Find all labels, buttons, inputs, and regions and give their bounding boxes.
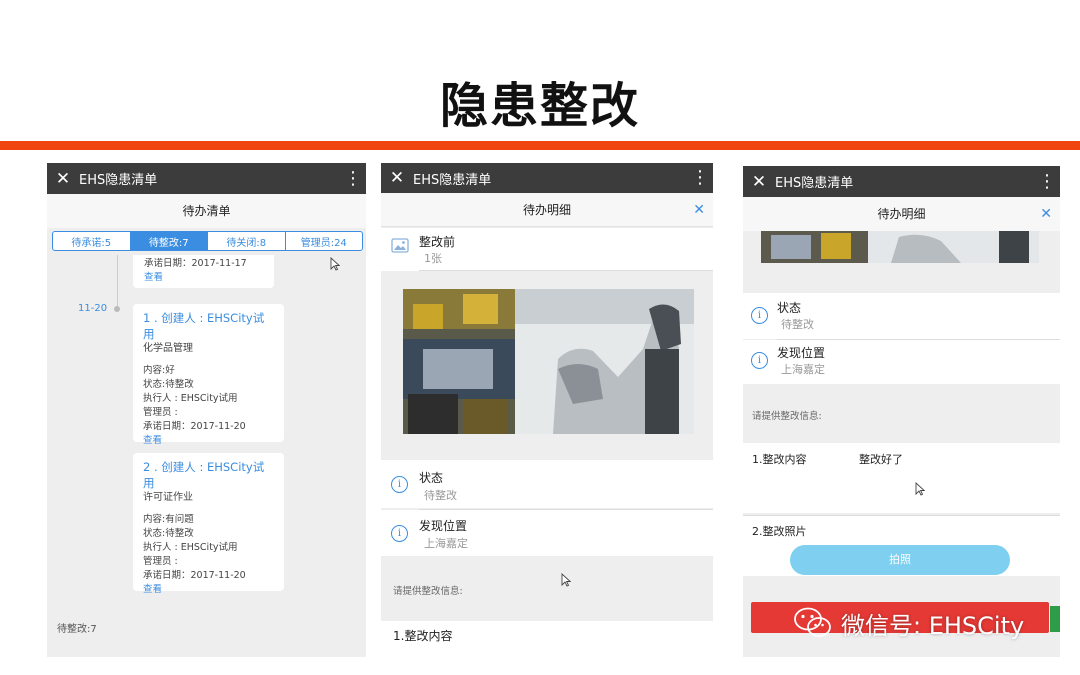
more-options-icon[interactable]: ⋮: [340, 169, 366, 188]
location-label: 发现位置: [777, 346, 826, 360]
status-value: 待整改: [424, 489, 457, 502]
close-detail-icon[interactable]: ✕: [1040, 197, 1052, 231]
app-bar: ✕ EHS隐患清单 ⋮: [47, 163, 366, 194]
mouse-cursor-icon: [915, 482, 925, 496]
robot-photo-image: [761, 231, 1039, 263]
app-title: EHS隐患清单: [775, 176, 854, 191]
card-executor: 执行人 : EHSCity试用: [143, 393, 238, 404]
rectify-info-hint: 请提供整改信息:: [752, 411, 822, 422]
card-content: 内容:好: [143, 365, 175, 376]
list-item-partial[interactable]: 承诺日期：2017-11-17 查看: [133, 255, 274, 288]
card-content: 内容:有问题: [143, 514, 194, 525]
phone-screen-todo-detail: ✕ EHS隐患清单 ⋮ 待办明细 ✕ 整改前 1张 i 状态 待整改 i 发现位…: [381, 163, 713, 667]
status-label: 状态: [419, 471, 444, 485]
page-subheader: 待办明细 ✕: [381, 193, 713, 227]
slide-title: 隐患整改: [439, 78, 640, 134]
location-row: i 发现位置 上海嘉定: [743, 340, 1060, 384]
status-label: 状态: [777, 301, 802, 315]
before-photo-row[interactable]: 整改前 1张: [381, 228, 713, 271]
watermark-green-edge: [1050, 606, 1060, 632]
page-subheader: 待办明细 ✕: [743, 197, 1060, 231]
app-bar: ✕ EHS隐患清单 ⋮: [743, 166, 1060, 197]
close-detail-icon[interactable]: ✕: [693, 193, 705, 227]
status-row: i 状态 待整改: [743, 293, 1060, 339]
page-subheader-title: 待办明细: [877, 207, 926, 221]
timeline-line: [117, 255, 118, 307]
info-icon: i: [751, 352, 768, 369]
app-title: EHS隐患清单: [413, 172, 492, 188]
card-status: 状态:待整改: [143, 379, 194, 390]
hazard-photo[interactable]: [761, 231, 1039, 263]
more-options-icon[interactable]: ⋮: [1034, 172, 1060, 191]
card-executor: 执行人 : EHSCity试用: [143, 542, 238, 553]
rectify-content-label: 1.整改内容: [752, 453, 807, 466]
list-item[interactable]: 1 . 创建人 : EHSCity试用 化学品管理 内容:好 状态:待整改 执行…: [133, 304, 284, 446]
phone-screen-rectify-form: ✕ EHS隐患清单 ⋮ 待办明细 ✕ i 状态 待整改 i 发现位置 上海嘉定 …: [743, 166, 1060, 657]
card-commit-date: 承诺日期：2017-11-20: [143, 570, 246, 581]
view-link[interactable]: 查看: [144, 271, 263, 285]
card-admin: 管理员 :: [143, 556, 178, 567]
card-status: 状态:待整改: [143, 528, 194, 539]
phone-screen-todo-list: ✕ EHS隐患清单 ⋮ 待办清单 待承诺:5 待整改:7 待关闭:8 管理员:2…: [47, 163, 366, 657]
timeline-date: 11-20: [78, 303, 108, 314]
robot-photo-image: [403, 289, 694, 434]
rectify-photo-row: 2.整改照片 拍照: [743, 516, 1060, 576]
info-icon: i: [391, 525, 408, 542]
image-icon: [391, 238, 409, 253]
mouse-cursor-icon: [330, 257, 340, 271]
close-icon[interactable]: ✕: [381, 168, 413, 188]
card-commit-date: 承诺日期：2017-11-20: [143, 421, 246, 432]
title-underline-bar: [0, 141, 1080, 150]
app-bar: ✕ EHS隐患清单 ⋮: [381, 163, 713, 193]
rectify-photo-label: 2.整改照片: [752, 525, 807, 538]
view-link[interactable]: 查看: [143, 434, 274, 448]
timeline-dot: [114, 306, 120, 312]
wechat-icon: [794, 607, 831, 637]
card-title[interactable]: 1 . 创建人 : EHSCity试用: [143, 310, 274, 342]
card-category: 化学品管理: [143, 343, 193, 354]
tab-pending-close[interactable]: 待关闭:8: [208, 232, 286, 250]
rectify-content-value[interactable]: 整改好了: [859, 451, 903, 467]
location-value: 上海嘉定: [781, 363, 825, 376]
card-category: 许可证作业: [143, 492, 193, 503]
view-link[interactable]: 查看: [143, 583, 274, 597]
page-subheader-title: 待办明细: [522, 203, 571, 217]
status-row: i 状态 待整改: [381, 460, 713, 508]
slide: 隐患整改 ✕ EHS隐患清单 ⋮ 待办清单 待承诺:5 待整改:7 待关闭:8 …: [0, 0, 1080, 675]
status-tabs: 待承诺:5 待整改:7 待关闭:8 管理员:24: [52, 231, 363, 251]
page-subheader: 待办清单: [47, 194, 366, 228]
card-title[interactable]: 2 . 创建人 : EHSCity试用: [143, 459, 274, 491]
commit-date: 承诺日期：2017-11-17: [144, 258, 247, 269]
list-item[interactable]: 2 . 创建人 : EHSCity试用 许可证作业 内容:有问题 状态:待整改 …: [133, 453, 284, 595]
card-admin: 管理员 :: [143, 407, 178, 418]
close-icon[interactable]: ✕: [743, 172, 775, 192]
footer-count: 待整改:7: [57, 624, 97, 635]
tab-pending-commit[interactable]: 待承诺:5: [53, 232, 131, 250]
close-icon[interactable]: ✕: [47, 169, 79, 189]
info-icon: i: [751, 307, 768, 324]
app-title: EHS隐患清单: [79, 173, 158, 188]
mouse-cursor-icon: [561, 573, 571, 587]
location-row: i 发现位置 上海嘉定: [381, 510, 713, 556]
before-label: 整改前: [419, 235, 456, 249]
tab-admin[interactable]: 管理员:24: [286, 232, 363, 250]
take-photo-button[interactable]: 拍照: [790, 545, 1010, 575]
location-value: 上海嘉定: [424, 537, 468, 550]
rectify-info-hint: 请提供整改信息:: [393, 586, 463, 597]
watermark-text: 微信号: EHSCity: [841, 611, 1025, 640]
hazard-photo[interactable]: [403, 289, 694, 434]
more-options-icon[interactable]: ⋮: [687, 169, 713, 187]
rectify-content-label: 1.整改内容: [393, 629, 453, 643]
rectify-content-row[interactable]: 1.整改内容: [381, 621, 713, 667]
rectify-content-row[interactable]: 1.整改内容 整改好了: [743, 443, 1060, 513]
row-divider: [419, 270, 713, 271]
wechat-watermark: 微信号: EHSCity: [793, 603, 1024, 643]
status-value: 待整改: [781, 318, 814, 331]
tab-pending-rectify[interactable]: 待整改:7: [130, 232, 208, 250]
before-count: 1张: [424, 252, 442, 265]
location-label: 发现位置: [419, 519, 468, 533]
info-icon: i: [391, 476, 408, 493]
